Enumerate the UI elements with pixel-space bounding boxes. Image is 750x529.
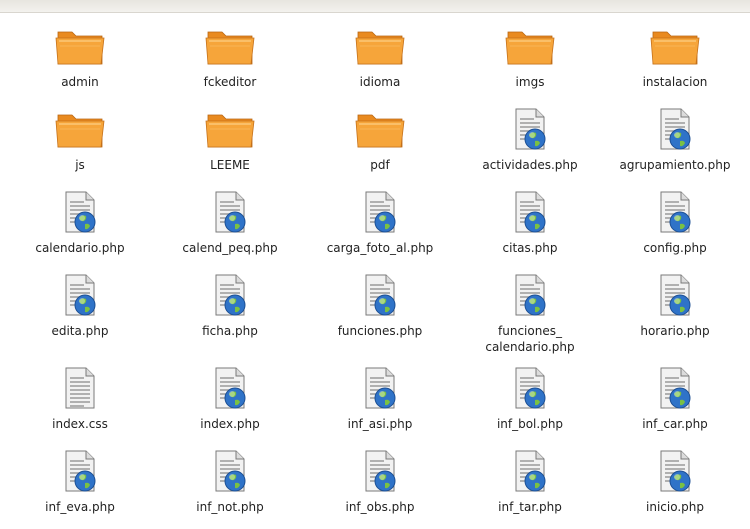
php-file-icon: [504, 105, 556, 153]
php-file-icon: [504, 188, 556, 236]
file-item[interactable]: inf_bol.php: [455, 364, 605, 446]
php-file-icon: [54, 271, 106, 319]
file-label: fckeditor: [203, 75, 257, 89]
file-label: citas.php: [502, 241, 558, 255]
file-label: config.php: [643, 241, 707, 255]
folder-icon: [54, 105, 106, 153]
file-item[interactable]: pdf: [305, 105, 455, 187]
php-file-icon: [649, 271, 701, 319]
php-file-icon: [504, 364, 556, 412]
file-label: js: [75, 158, 85, 172]
php-file-icon: [354, 188, 406, 236]
file-item[interactable]: idioma: [305, 22, 455, 104]
file-label: actividades.php: [482, 158, 578, 172]
php-file-icon: [204, 271, 256, 319]
file-item[interactable]: calend_peq.php: [155, 188, 305, 270]
file-label: inf_car.php: [642, 417, 708, 431]
file-item[interactable]: admin: [5, 22, 155, 104]
file-item[interactable]: calendario.php: [5, 188, 155, 270]
file-item[interactable]: agrupamiento.php: [600, 105, 750, 187]
folder-icon: [649, 22, 701, 70]
php-file-icon: [354, 364, 406, 412]
php-file-icon: [649, 364, 701, 412]
file-icon-grid: admin fckeditor idioma imgs instalacion …: [0, 12, 750, 517]
file-label: inf_eva.php: [45, 500, 115, 514]
file-item[interactable]: actividades.php: [455, 105, 605, 187]
php-file-icon: [504, 447, 556, 495]
file-item[interactable]: config.php: [600, 188, 750, 270]
file-item[interactable]: carga_foto_al.php: [305, 188, 455, 270]
folder-icon: [204, 22, 256, 70]
php-file-icon: [204, 447, 256, 495]
file-label: calend_peq.php: [182, 241, 278, 255]
file-item[interactable]: inf_car.php: [600, 364, 750, 446]
file-label: index.css: [52, 417, 108, 431]
file-item[interactable]: inf_asi.php: [305, 364, 455, 446]
file-label: edita.php: [51, 324, 109, 338]
file-label: inf_bol.php: [496, 417, 564, 431]
file-label: funciones.php: [337, 324, 423, 338]
file-item[interactable]: fckeditor: [155, 22, 305, 104]
php-file-icon: [354, 271, 406, 319]
file-label: pdf: [370, 158, 390, 172]
file-label: inf_asi.php: [347, 417, 413, 431]
file-label: index.php: [200, 417, 260, 431]
file-label: carga_foto_al.php: [326, 241, 434, 255]
file-item[interactable]: index.php: [155, 364, 305, 446]
php-file-icon: [649, 105, 701, 153]
file-label: calendario.php: [35, 241, 125, 255]
file-label: inf_not.php: [196, 500, 264, 514]
folder-icon: [354, 105, 406, 153]
php-file-icon: [504, 271, 556, 319]
php-file-icon: [649, 447, 701, 495]
file-item[interactable]: ficha.php: [155, 271, 305, 353]
file-label: inicio.php: [646, 500, 704, 514]
file-label: horario.php: [640, 324, 710, 338]
file-label: LEEME: [210, 158, 250, 172]
php-file-icon: [54, 447, 106, 495]
php-file-icon: [204, 188, 256, 236]
folder-icon: [354, 22, 406, 70]
file-label: agrupamiento.php: [619, 158, 731, 172]
file-label: instalacion: [642, 75, 708, 89]
file-item[interactable]: instalacion: [600, 22, 750, 104]
file-label: idioma: [359, 75, 401, 89]
folder-icon: [204, 105, 256, 153]
file-item[interactable]: index.css: [5, 364, 155, 446]
file-label: imgs: [515, 75, 545, 89]
php-file-icon: [649, 188, 701, 236]
file-label: ficha.php: [202, 324, 258, 338]
file-item[interactable]: imgs: [455, 22, 605, 104]
file-label: inf_obs.php: [345, 500, 415, 514]
file-item[interactable]: funciones.php: [305, 271, 455, 353]
file-label: admin: [61, 75, 99, 89]
folder-icon: [54, 22, 106, 70]
file-item[interactable]: horario.php: [600, 271, 750, 353]
file-label: inf_tar.php: [498, 500, 562, 514]
php-file-icon: [354, 447, 406, 495]
php-file-icon: [204, 364, 256, 412]
folder-icon: [504, 22, 556, 70]
file-label: funciones_ calendario.php: [485, 324, 575, 354]
file-item[interactable]: js: [5, 105, 155, 187]
file-item[interactable]: citas.php: [455, 188, 605, 270]
file-item[interactable]: funciones_ calendario.php: [455, 271, 605, 354]
php-file-icon: [54, 188, 106, 236]
file-item[interactable]: edita.php: [5, 271, 155, 353]
css-file-icon: [54, 364, 106, 412]
file-item[interactable]: LEEME: [155, 105, 305, 187]
